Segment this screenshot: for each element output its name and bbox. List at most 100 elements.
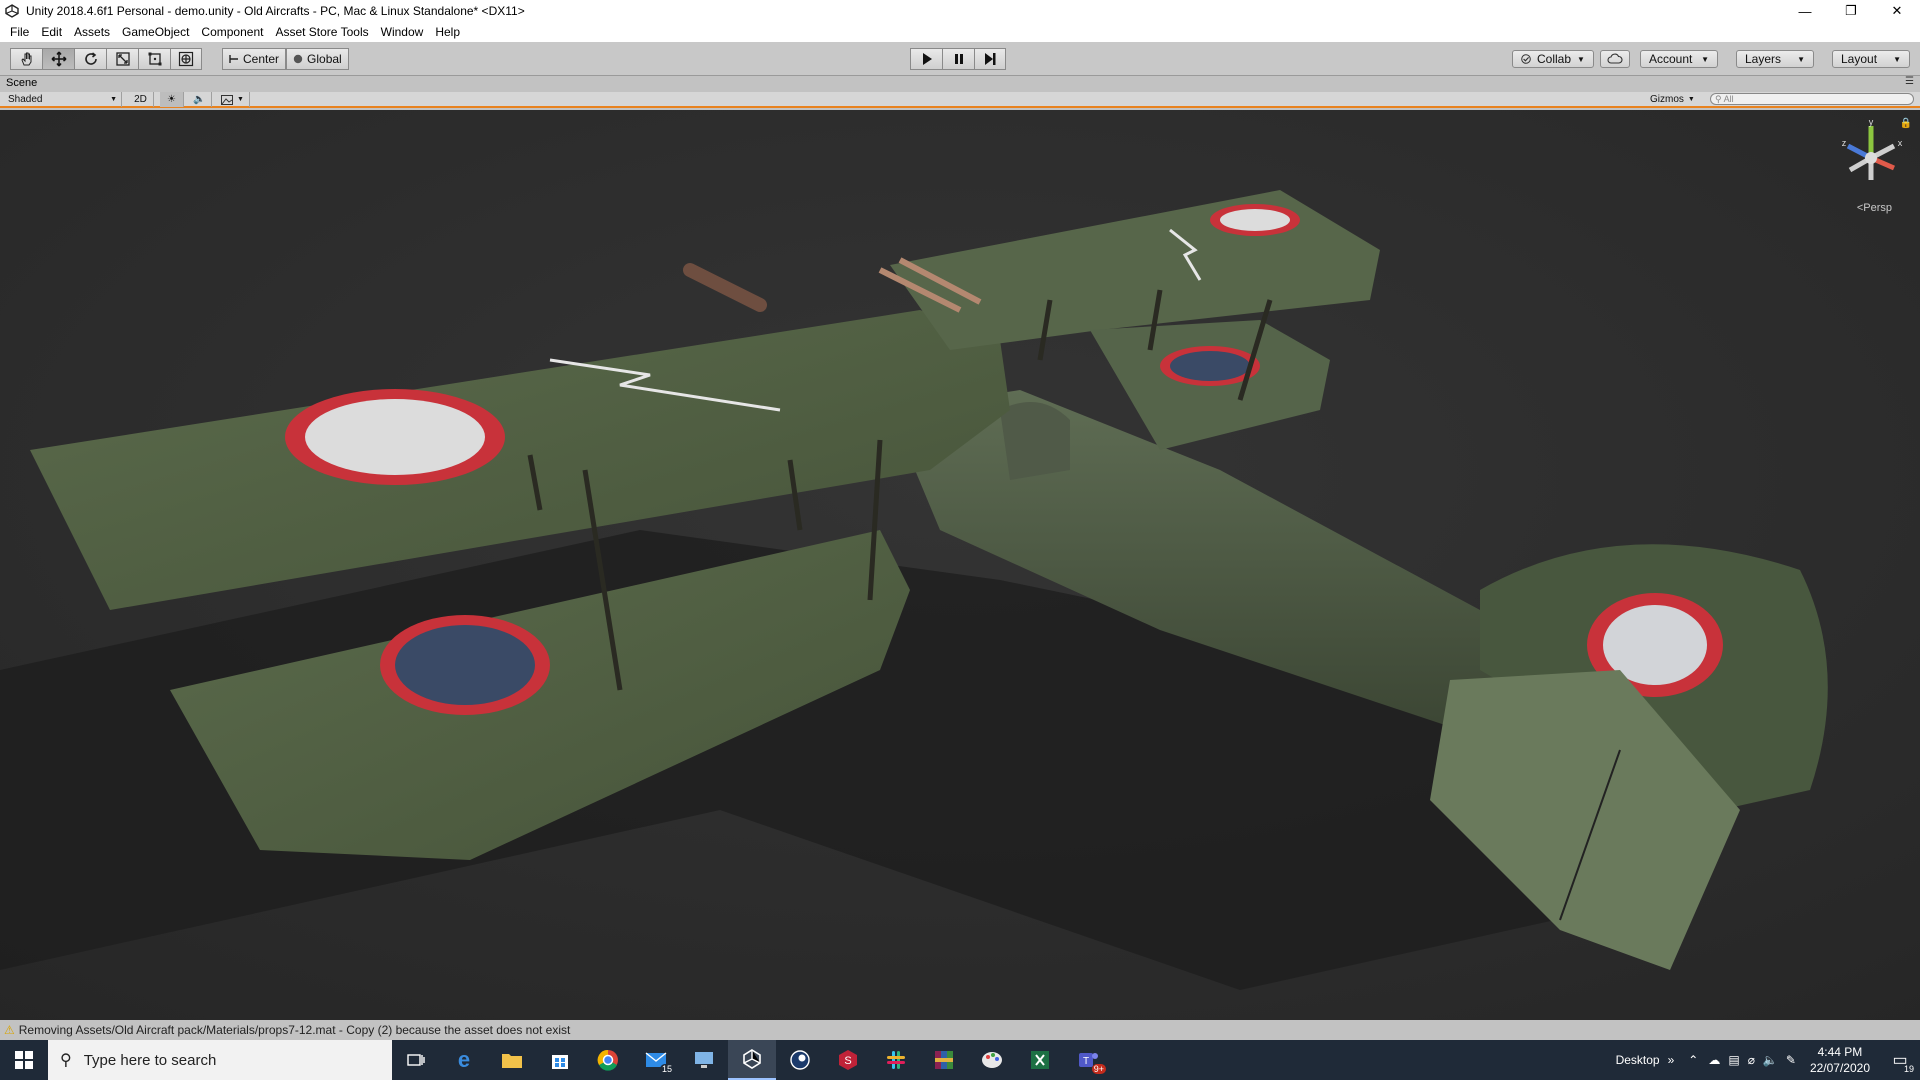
wifi-icon[interactable]: ⌀ <box>1748 1053 1755 1067</box>
layers-dropdown[interactable]: Layers ▼ <box>1736 50 1814 68</box>
collab-dropdown[interactable]: Collab ▼ <box>1512 50 1594 68</box>
store-icon <box>552 1055 568 1069</box>
unity-logo-icon <box>4 3 20 19</box>
scale-tool-button[interactable] <box>106 48 138 70</box>
taskbar-mail[interactable]: 15 <box>632 1040 680 1080</box>
hand-tool-button[interactable] <box>10 48 42 70</box>
chevron-down-icon: ▼ <box>110 96 117 103</box>
menu-window[interactable]: Window <box>375 25 430 39</box>
playback-controls <box>910 48 1006 70</box>
move-tool-button[interactable] <box>42 48 74 70</box>
remote-desktop-icon <box>695 1052 713 1068</box>
transform-tool-button[interactable] <box>170 48 202 70</box>
winrar-icon <box>935 1051 953 1069</box>
minimize-icon[interactable]: — <box>1782 0 1828 22</box>
scale-icon <box>115 52 130 66</box>
panel-menu-icon[interactable]: ☰ <box>1905 76 1914 87</box>
taskbar-chrome[interactable] <box>584 1040 632 1080</box>
menu-edit[interactable]: Edit <box>35 25 68 39</box>
clock[interactable]: 4:44 PM 22/07/2020 <box>1810 1044 1870 1076</box>
start-button[interactable] <box>0 1040 48 1080</box>
image-icon <box>221 94 234 105</box>
shading-mode-dropdown[interactable]: Shaded ▼ <box>4 92 122 107</box>
svg-text:T: T <box>1083 1056 1089 1067</box>
taskbar-remote-desktop[interactable] <box>680 1040 728 1080</box>
notification-center-button[interactable]: ▭ 19 <box>1880 1040 1920 1080</box>
taskbar-paint[interactable] <box>968 1040 1016 1080</box>
taskbar-store[interactable] <box>536 1040 584 1080</box>
pivot-global-button[interactable]: Global <box>286 48 349 70</box>
toggle-2d-label: 2D <box>134 94 147 105</box>
scene-search-input[interactable]: ⚲ All <box>1710 93 1914 105</box>
play-icon <box>922 53 932 65</box>
task-view-button[interactable] <box>392 1040 440 1080</box>
scene-viewport[interactable]: y z x <Persp 🔒 <box>0 110 1920 1020</box>
rect-tool-button[interactable] <box>138 48 170 70</box>
axis-z-label: z <box>1842 138 1847 148</box>
menu-file[interactable]: File <box>4 25 35 39</box>
play-button[interactable] <box>910 48 942 70</box>
chevron-down-icon: ▼ <box>1893 54 1901 64</box>
chevron-right-icon[interactable]: » <box>1668 1053 1675 1067</box>
taskbar-edge[interactable]: e <box>440 1040 488 1080</box>
menu-bar: File Edit Assets GameObject Component As… <box>0 22 1920 42</box>
orientation-gizmo[interactable]: y z x <box>1836 118 1906 208</box>
taskbar-cinema4d[interactable] <box>776 1040 824 1080</box>
effects-dropdown[interactable]: ▼ <box>216 92 250 107</box>
desktop-toolbar-label[interactable]: Desktop <box>1616 1053 1660 1067</box>
paint-palette-icon <box>982 1052 1002 1068</box>
onedrive-icon[interactable]: ☁ <box>1708 1053 1720 1067</box>
globe-icon <box>293 54 303 64</box>
scene-tab-row: Scene ☰ <box>0 76 1920 92</box>
volume-icon[interactable]: 🔈 <box>1763 1053 1778 1067</box>
step-button[interactable] <box>974 48 1006 70</box>
menu-gameobject[interactable]: GameObject <box>116 25 195 39</box>
axis-y-label: y <box>1869 118 1874 127</box>
taskbar-unity[interactable] <box>728 1040 776 1080</box>
pause-button[interactable] <box>942 48 974 70</box>
taskbar-slack[interactable] <box>872 1040 920 1080</box>
folder-icon <box>502 1054 522 1068</box>
cloud-button[interactable] <box>1600 50 1630 68</box>
rotate-tool-button[interactable] <box>74 48 106 70</box>
restore-icon[interactable]: ❐ <box>1828 0 1874 22</box>
menu-asset-store-tools[interactable]: Asset Store Tools <box>269 25 374 39</box>
lighting-toggle[interactable]: ☀ <box>160 92 184 107</box>
audio-toggle[interactable]: 🔈 <box>188 92 212 107</box>
network-adapter-icon[interactable]: ▤ <box>1728 1053 1739 1067</box>
sun-icon: ☀ <box>167 94 176 105</box>
layout-dropdown[interactable]: Layout ▼ <box>1832 50 1910 68</box>
chevron-down-icon: ▼ <box>1577 54 1585 64</box>
hand-icon <box>20 52 31 66</box>
gizmos-dropdown[interactable]: Gizmos ▼ <box>1650 92 1695 107</box>
menu-component[interactable]: Component <box>195 25 269 39</box>
task-view-icon <box>407 1054 425 1066</box>
toggle-2d-button[interactable]: 2D <box>128 92 154 107</box>
cloud-icon <box>1607 53 1623 64</box>
pivot-center-button[interactable]: Center <box>222 48 287 70</box>
tray-overflow-icon[interactable]: ⌃ <box>1688 1053 1698 1067</box>
lock-icon[interactable]: 🔒 <box>1900 118 1912 129</box>
projection-label[interactable]: <Persp <box>1857 202 1892 214</box>
taskbar-substance[interactable]: S <box>824 1040 872 1080</box>
taskbar-file-explorer[interactable] <box>488 1040 536 1080</box>
taskbar-teams[interactable]: T 9+ <box>1064 1040 1112 1080</box>
close-icon[interactable]: ✕ <box>1874 0 1920 22</box>
windows-logo-icon <box>15 1051 33 1069</box>
taskbar-search-input[interactable]: ⚲ Type here to search <box>48 1040 392 1080</box>
cinema4d-icon <box>790 1050 810 1070</box>
chevron-down-icon: ▼ <box>1797 54 1805 64</box>
taskbar-winrar[interactable] <box>920 1040 968 1080</box>
tab-scene[interactable]: Scene <box>6 77 37 89</box>
status-bar[interactable]: ⚠ Removing Assets/Old Aircraft pack/Mate… <box>0 1020 1920 1040</box>
menu-help[interactable]: Help <box>429 25 466 39</box>
layers-label: Layers <box>1745 52 1782 66</box>
mail-badge: 15 <box>659 1064 674 1074</box>
pen-icon[interactable]: ✎ <box>1786 1053 1796 1067</box>
chrome-icon <box>597 1049 618 1071</box>
taskbar-excel[interactable] <box>1016 1040 1064 1080</box>
teams-badge: 9+ <box>1091 1064 1106 1074</box>
window-controls: — ❐ ✕ <box>1782 0 1920 22</box>
account-dropdown[interactable]: Account ▼ <box>1640 50 1718 68</box>
menu-assets[interactable]: Assets <box>68 25 116 39</box>
